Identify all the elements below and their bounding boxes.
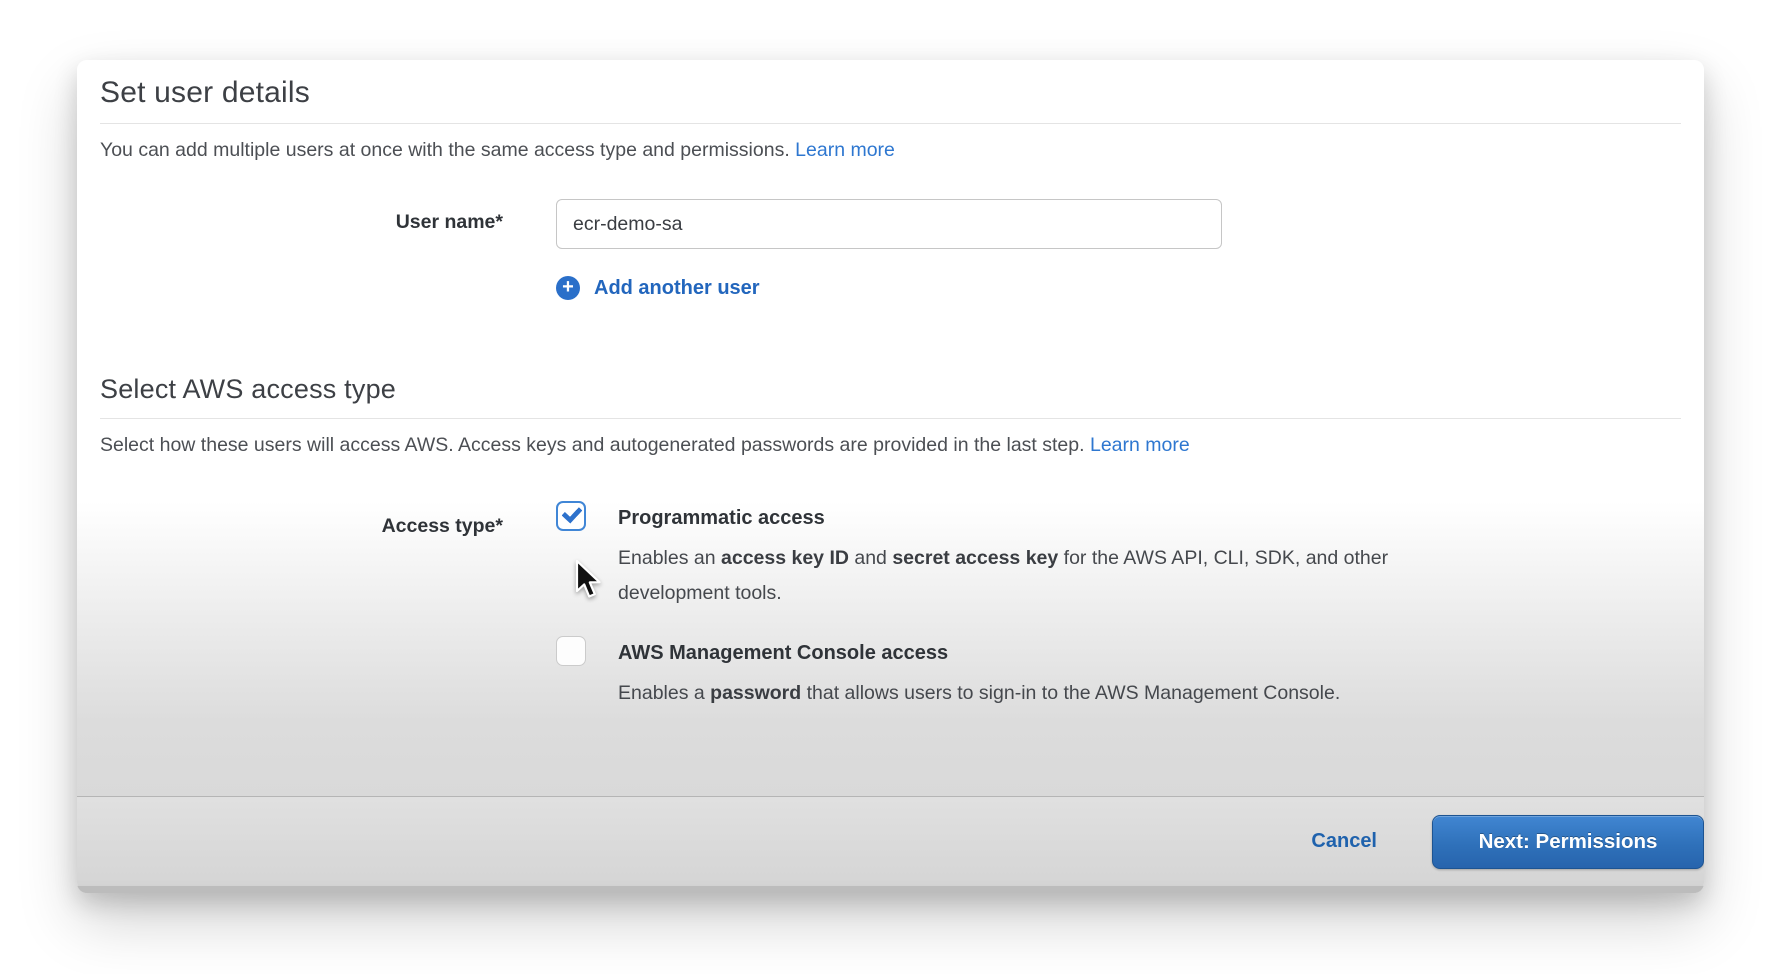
access-type-options: Programmatic access Enables an access ke… <box>556 503 1681 711</box>
access-type-intro: Select how these users will access AWS. … <box>100 434 1681 457</box>
username-label: User name* <box>100 199 503 234</box>
desc-bold: password <box>710 682 801 704</box>
desc-text: Enables an <box>618 547 721 569</box>
console-access-checkbox[interactable] <box>556 636 586 666</box>
programmatic-access-label[interactable]: Programmatic access <box>618 503 1498 533</box>
access-type-row: Access type* Programmatic access Enables… <box>100 503 1681 711</box>
divider <box>100 418 1681 419</box>
desc-bold: access key ID <box>721 547 849 569</box>
option-programmatic-access: Programmatic access Enables an access ke… <box>556 503 1681 610</box>
learn-more-link-access-type[interactable]: Learn more <box>1090 434 1190 456</box>
access-type-section-title: Select AWS access type <box>100 374 1681 405</box>
desc-text: and <box>849 547 892 569</box>
user-details-intro: You can add multiple users at once with … <box>100 139 1681 162</box>
cancel-button[interactable]: Cancel <box>1311 830 1377 853</box>
desc-bold: secret access key <box>892 547 1058 569</box>
next-permissions-button[interactable]: Next: Permissions <box>1432 815 1704 869</box>
option-console-access: AWS Management Console access Enables a … <box>556 638 1681 711</box>
username-field-col <box>556 199 1681 249</box>
console-access-label[interactable]: AWS Management Console access <box>618 638 1340 668</box>
desc-text: that allows users to sign-in to the AWS … <box>801 682 1340 704</box>
console-access-description: Enables a password that allows users to … <box>618 676 1340 711</box>
programmatic-access-description: Enables an access key ID and secret acce… <box>618 541 1498 610</box>
console-access-body: AWS Management Console access Enables a … <box>618 638 1340 711</box>
wizard-footer: Cancel Next: Permissions <box>77 796 1704 893</box>
programmatic-access-body: Programmatic access Enables an access ke… <box>618 503 1498 610</box>
user-details-intro-text: You can add multiple users at once with … <box>100 139 790 161</box>
desc-text: Enables a <box>618 682 710 704</box>
username-input[interactable] <box>556 199 1222 249</box>
learn-more-link-user-details[interactable]: Learn more <box>795 139 895 161</box>
page-title: Set user details <box>100 76 1681 110</box>
add-another-user-button[interactable]: Add another user <box>556 276 1681 300</box>
plus-circle-icon <box>556 276 580 300</box>
add-another-user-label: Add another user <box>594 277 760 300</box>
panel-content: Set user details You can add multiple us… <box>77 60 1704 796</box>
programmatic-access-checkbox[interactable] <box>556 501 586 531</box>
access-type-intro-text: Select how these users will access AWS. … <box>100 434 1085 456</box>
divider <box>100 123 1681 124</box>
access-type-label: Access type* <box>100 503 503 538</box>
set-user-details-panel: Set user details You can add multiple us… <box>77 60 1704 893</box>
username-row: User name* <box>100 199 1681 249</box>
